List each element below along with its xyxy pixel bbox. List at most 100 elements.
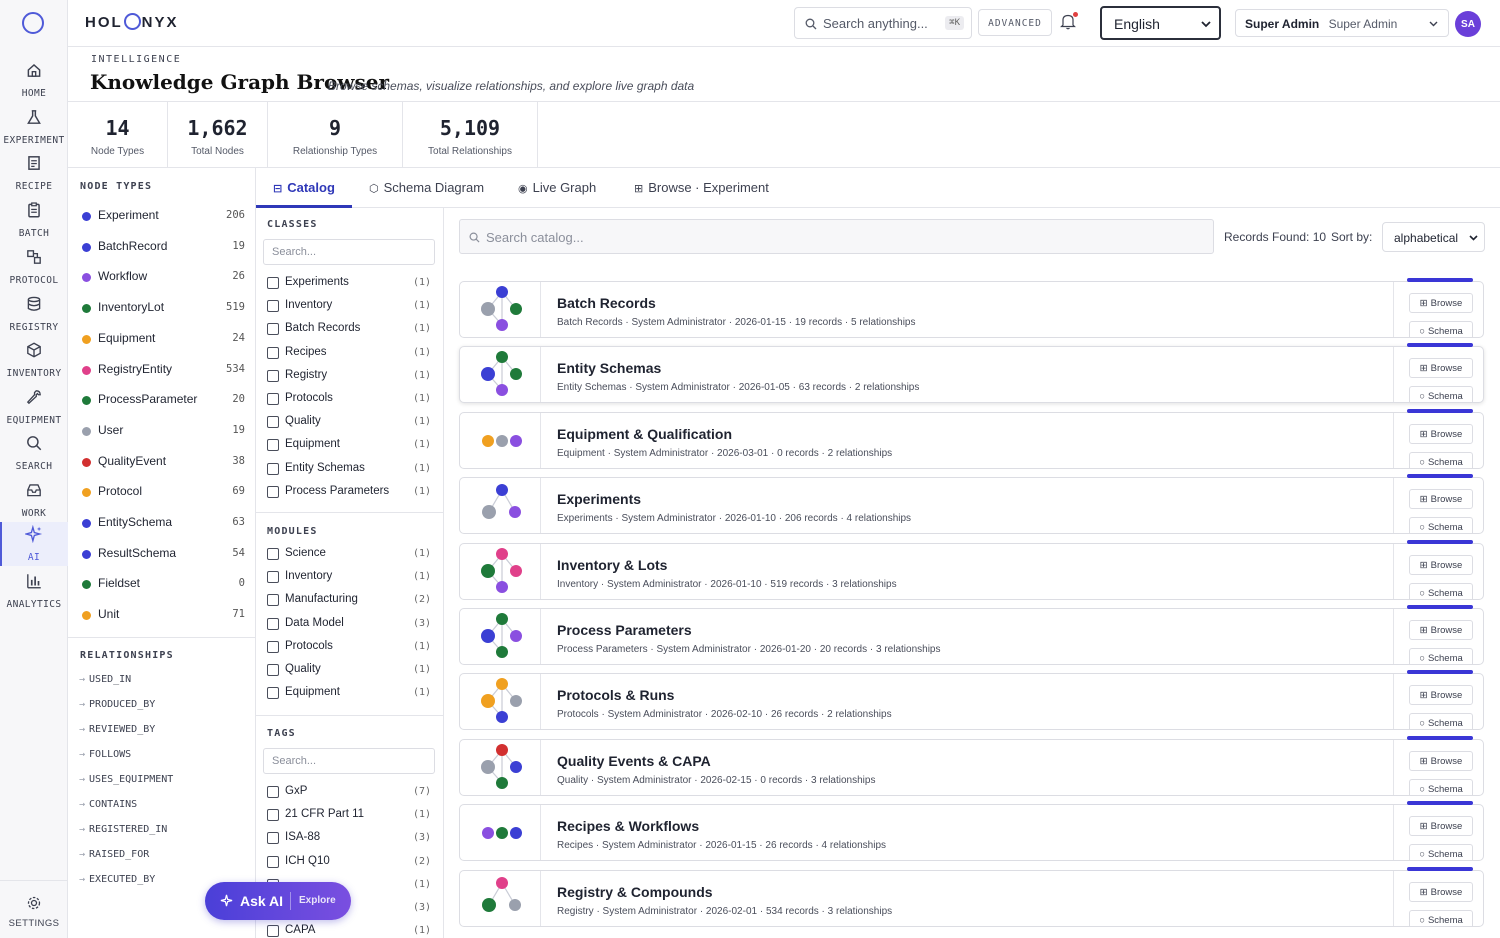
global-search-input[interactable]: Search anything... ⌘K xyxy=(794,7,972,39)
schema-button[interactable]: ○ Schema xyxy=(1409,844,1473,861)
ask-ai-button[interactable]: Ask AI Explore xyxy=(205,882,351,920)
schema-button[interactable]: ○ Schema xyxy=(1409,517,1473,534)
catalog-card[interactable]: Equipment & Qualification Equipment · Sys… xyxy=(459,408,1484,469)
settings-button[interactable]: SETTINGS xyxy=(0,880,68,938)
filter-checkbox[interactable]: Protocols (1) xyxy=(267,640,431,660)
catalog-card[interactable]: Protocols & Runs Protocols · System Admin… xyxy=(459,670,1484,731)
node-type-item[interactable]: ResultSchema 54 xyxy=(80,546,245,566)
tab-browse-experiment[interactable]: ⊞ Browse · Experiment xyxy=(634,180,769,195)
schema-button[interactable]: ○ Schema xyxy=(1409,713,1473,730)
nav-equipment[interactable]: EQUIPMENT xyxy=(0,385,68,429)
node-type-item[interactable]: Experiment 206 xyxy=(80,208,245,228)
nav-inventory[interactable]: INVENTORY xyxy=(0,338,68,382)
node-type-item[interactable]: User 19 xyxy=(80,423,245,443)
nav-ai[interactable]: AI xyxy=(0,522,68,566)
tags-search-input[interactable]: Search... xyxy=(263,748,435,774)
schema-button[interactable]: ○ Schema xyxy=(1409,582,1473,599)
filter-checkbox[interactable]: Experiments (1) xyxy=(267,276,431,296)
filter-checkbox[interactable]: ICH Q10 (2) xyxy=(267,855,431,875)
classes-search-input[interactable]: Search... xyxy=(263,239,435,265)
filter-checkbox[interactable]: GxP (7) xyxy=(267,785,431,805)
filter-checkbox[interactable]: 21 CFR Part 11 (1) xyxy=(267,808,431,828)
nav-experiment[interactable]: EXPERIMENT xyxy=(0,105,68,149)
node-type-item[interactable]: BatchRecord 19 xyxy=(80,239,245,259)
filter-checkbox[interactable]: Entity Schemas (1) xyxy=(267,462,431,482)
node-type-item[interactable]: RegistryEntity 534 xyxy=(80,362,245,382)
catalog-card[interactable]: Process Parameters Process Parameters · S… xyxy=(459,605,1484,665)
filter-checkbox[interactable]: Quality (1) xyxy=(267,415,431,435)
advanced-search-button[interactable]: ADVANCED xyxy=(978,9,1052,36)
nav-recipe[interactable]: RECIPE xyxy=(0,151,68,195)
relationship-item[interactable]: → CONTAINS xyxy=(79,799,137,810)
catalog-card[interactable]: Experiments Experiments · System Administ… xyxy=(459,474,1484,535)
filter-checkbox[interactable]: ISA-88 (3) xyxy=(267,831,431,851)
brand-logo[interactable]: HOL NYX xyxy=(85,13,179,31)
catalog-card[interactable]: Inventory & Lots Inventory · System Admin… xyxy=(459,539,1484,600)
catalog-search-input[interactable]: Search catalog... xyxy=(459,219,1214,254)
node-type-item[interactable]: Unit 71 xyxy=(80,607,245,627)
filter-checkbox[interactable]: Science (1) xyxy=(267,547,431,567)
browse-button[interactable]: ⊞ Browse xyxy=(1409,750,1473,771)
notifications-button[interactable] xyxy=(1060,12,1078,35)
nav-batch[interactable]: BATCH xyxy=(0,198,68,242)
filter-checkbox[interactable]: Protocols (1) xyxy=(267,392,431,412)
app-logo-icon[interactable] xyxy=(22,12,44,34)
relationship-item[interactable]: → USES_EQUIPMENT xyxy=(79,774,173,785)
browse-button[interactable]: ⊞ Browse xyxy=(1409,816,1473,837)
schema-button[interactable]: ○ Schema xyxy=(1409,386,1473,403)
filter-checkbox[interactable]: Inventory (1) xyxy=(267,299,431,319)
avatar[interactable]: SA xyxy=(1455,11,1481,37)
catalog-card[interactable]: Entity Schemas Entity Schemas · System Ad… xyxy=(459,343,1484,404)
tab-catalog[interactable]: ⊟ Catalog xyxy=(273,180,335,195)
relationship-item[interactable]: → PRODUCED_BY xyxy=(79,699,155,710)
nav-search[interactable]: SEARCH xyxy=(0,431,68,475)
browse-button[interactable]: ⊞ Browse xyxy=(1409,620,1473,640)
filter-checkbox[interactable]: CAPA (1) xyxy=(267,924,431,938)
relationship-item[interactable]: → REVIEWED_BY xyxy=(79,724,155,735)
filter-checkbox[interactable]: Equipment (1) xyxy=(267,686,431,706)
tab-live-graph[interactable]: ◉ Live Graph xyxy=(518,180,596,195)
schema-button[interactable]: ○ Schema xyxy=(1409,321,1473,337)
browse-button[interactable]: ⊞ Browse xyxy=(1409,685,1473,706)
nav-protocol[interactable]: PROTOCOL xyxy=(0,245,68,289)
user-menu[interactable]: Super Admin Super Admin xyxy=(1235,9,1449,37)
filter-checkbox[interactable]: Process Parameters (1) xyxy=(267,485,431,505)
relationship-item[interactable]: → REGISTERED_IN xyxy=(79,824,167,835)
browse-button[interactable]: ⊞ Browse xyxy=(1409,358,1473,379)
node-type-item[interactable]: Workflow 26 xyxy=(80,269,245,289)
browse-button[interactable]: ⊞ Browse xyxy=(1409,293,1473,313)
filter-checkbox[interactable]: Manufacturing (2) xyxy=(267,593,431,613)
filter-checkbox[interactable]: Recipes (1) xyxy=(267,346,431,366)
filter-checkbox[interactable]: Registry (1) xyxy=(267,369,431,389)
node-type-item[interactable]: Fieldset 0 xyxy=(80,576,245,596)
schema-button[interactable]: ○ Schema xyxy=(1409,648,1473,664)
browse-button[interactable]: ⊞ Browse xyxy=(1409,489,1473,510)
catalog-card[interactable]: Batch Records Batch Records · System Admi… xyxy=(459,278,1484,338)
filter-checkbox[interactable]: Batch Records (1) xyxy=(267,322,431,342)
tab-schema-diagram[interactable]: ⬡ Schema Diagram xyxy=(369,180,484,195)
node-type-item[interactable]: QualityEvent 38 xyxy=(80,454,245,474)
browse-button[interactable]: ⊞ Browse xyxy=(1409,423,1473,444)
catalog-card[interactable]: Registry & Compounds Registry · System Ad… xyxy=(459,866,1484,927)
browse-button[interactable]: ⊞ Browse xyxy=(1409,554,1473,575)
catalog-card[interactable]: Recipes & Workflows Recipes · System Admi… xyxy=(459,801,1484,862)
filter-checkbox[interactable]: Inventory (1) xyxy=(267,570,431,590)
filter-checkbox[interactable]: Data Model (3) xyxy=(267,617,431,637)
relationship-item[interactable]: → FOLLOWS xyxy=(79,749,131,760)
nav-work[interactable]: WORK xyxy=(0,478,68,522)
node-type-item[interactable]: ProcessParameter 20 xyxy=(80,392,245,412)
node-type-item[interactable]: Protocol 69 xyxy=(80,484,245,504)
nav-analytics[interactable]: ANALYTICS xyxy=(0,569,68,613)
language-select[interactable]: English xyxy=(1100,6,1221,40)
node-type-item[interactable]: EntitySchema 63 xyxy=(80,515,245,535)
node-type-item[interactable]: InventoryLot 519 xyxy=(80,300,245,320)
sort-select[interactable]: alphabetical xyxy=(1382,222,1485,252)
nav-home[interactable]: HOME xyxy=(0,58,68,102)
catalog-card[interactable]: Quality Events & CAPA Quality · System Ad… xyxy=(459,735,1484,796)
nav-registry[interactable]: REGISTRY xyxy=(0,292,68,336)
schema-button[interactable]: ○ Schema xyxy=(1409,451,1473,468)
node-type-item[interactable]: Equipment 24 xyxy=(80,331,245,351)
schema-button[interactable]: ○ Schema xyxy=(1409,778,1473,795)
schema-button[interactable]: ○ Schema xyxy=(1409,909,1473,926)
relationship-item[interactable]: → EXECUTED_BY xyxy=(79,874,155,885)
